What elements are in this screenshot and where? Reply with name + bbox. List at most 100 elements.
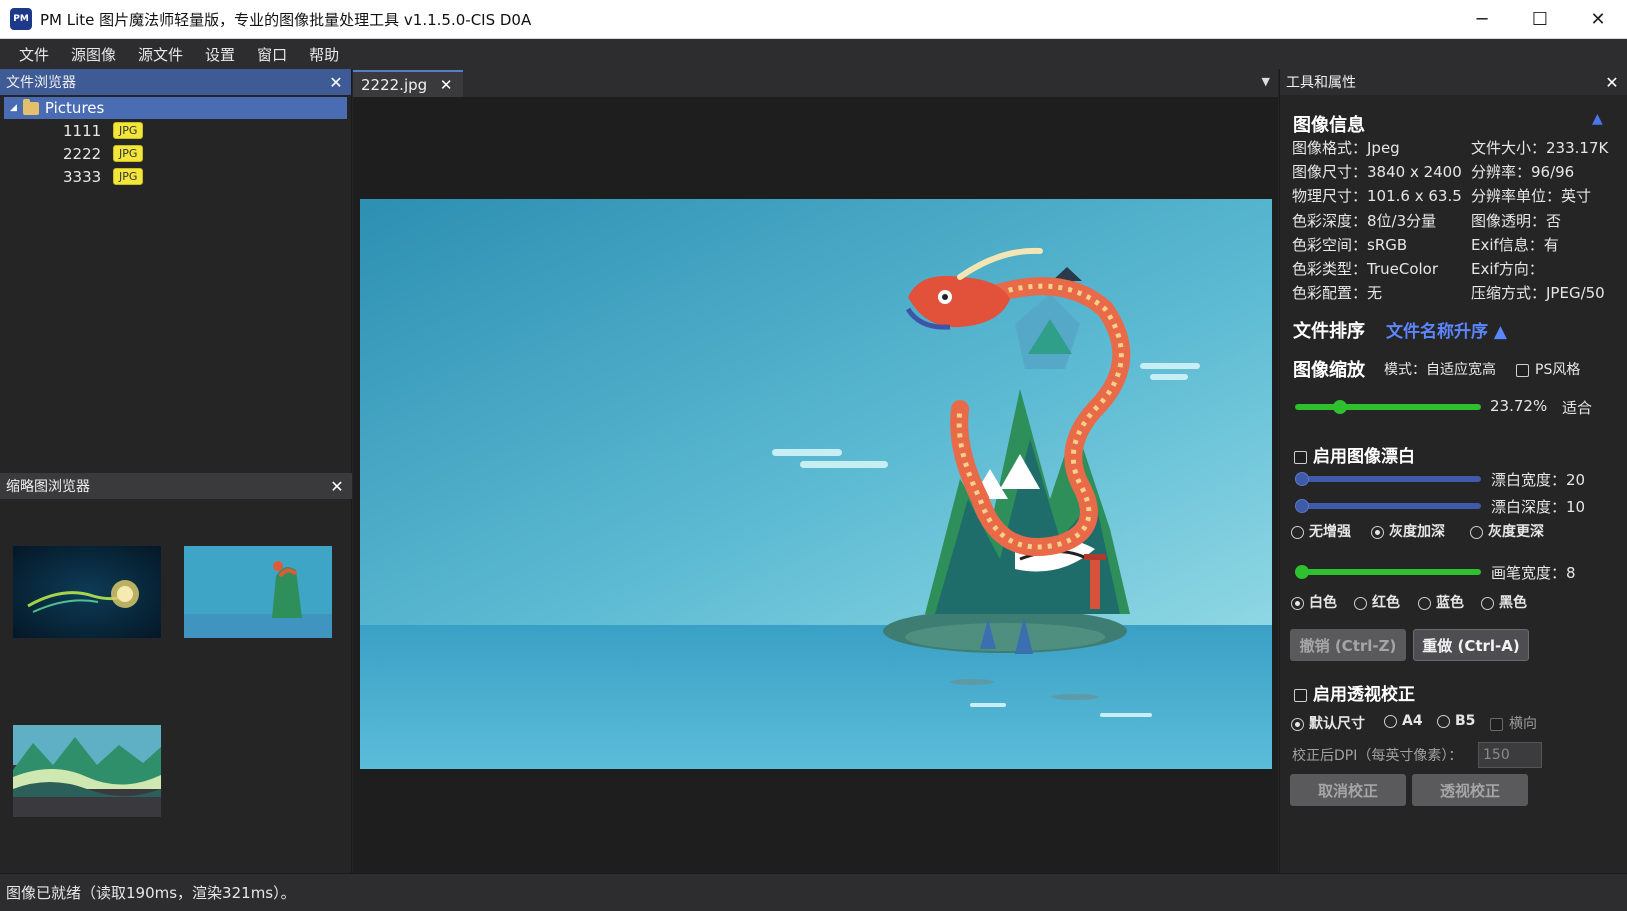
expand-arrow-icon[interactable]: ◢ [10, 103, 17, 113]
info-dimensions: 图像尺寸：3840 x 2400 [1292, 163, 1462, 181]
info-color-profile: 色彩配置：无 [1292, 284, 1383, 302]
menu-help[interactable]: 帮助 [298, 44, 350, 65]
file-sort-link[interactable]: 文件名称升序 ▲ [1386, 317, 1507, 342]
info-color-depth: 色彩深度：8位/3分量 [1292, 212, 1437, 230]
image-zoom-title: 图像缩放 [1293, 360, 1365, 381]
tab-label: 2222.jpg [361, 75, 428, 94]
menu-window[interactable]: 窗口 [246, 44, 298, 65]
apply-perspective-button[interactable]: 透视校正 [1412, 774, 1528, 806]
info-resolution-unit: 分辨率单位：英寸 [1471, 187, 1592, 205]
maximize-button[interactable]: ☐ [1511, 0, 1569, 39]
image-canvas[interactable] [360, 199, 1272, 769]
redo-button[interactable]: 重做 (Ctrl-A) [1413, 629, 1529, 661]
enable-perspective-checkbox[interactable]: 启用透视校正 [1294, 680, 1415, 705]
menu-bar: 文件 源图像 源文件 设置 窗口 帮助 [0, 39, 1627, 69]
thumbnail-browser: 缩略图浏览器 ✕ [0, 473, 352, 499]
tree-root-pictures[interactable]: ◢ Pictures [4, 97, 347, 119]
menu-file[interactable]: 文件 [8, 44, 60, 65]
radio-color-black[interactable]: 黑色 [1481, 592, 1527, 612]
radio-gray-deeper[interactable]: 灰度更深 [1470, 521, 1544, 541]
info-file-size: 文件大小：233.17K [1471, 139, 1609, 157]
tab-list-dropdown-icon[interactable]: ▼ [1262, 75, 1270, 88]
info-physical-size: 物理尺寸：101.6 x 63.5 [1292, 187, 1462, 205]
cancel-correction-button[interactable]: 取消校正 [1290, 774, 1406, 806]
tools-panel: 工具和属性 ✕ 图像信息 ▲ 图像格式：Jpeg 文件大小：233.17K 图像… [1279, 69, 1627, 873]
info-transparency: 图像透明：否 [1471, 212, 1562, 230]
minimize-button[interactable]: ─ [1453, 0, 1511, 39]
brush-width-handle[interactable] [1295, 565, 1309, 579]
close-window-button[interactable]: ✕ [1569, 0, 1627, 39]
zoom-mode[interactable]: 模式：自适应宽高 [1384, 359, 1496, 379]
whiten-depth-slider[interactable] [1295, 499, 1481, 513]
file-name: 3333 [63, 167, 102, 186]
mountains-thumbnail-image [13, 725, 161, 817]
radio-b5[interactable]: B5 [1437, 713, 1475, 729]
info-compression: 压缩方式：JPEG/50 [1471, 284, 1605, 302]
tools-panel-title: 工具和属性 [1286, 75, 1356, 91]
info-color-type: 色彩类型：TrueColor [1292, 260, 1439, 278]
thumbnail-browser-header: 缩略图浏览器 ✕ [0, 473, 352, 499]
document-area: 2222.jpg ✕ ▼ [353, 69, 1278, 873]
file-sort-title: 文件排序 [1293, 321, 1365, 342]
status-text: 图像已就绪（读取190ms，渲染321ms）。 [6, 884, 296, 902]
image-info-title: 图像信息 [1293, 115, 1365, 136]
whiten-width-label: 漂白宽度：20 [1491, 471, 1586, 489]
tree-file-item[interactable]: 3333 JPG [0, 165, 351, 188]
radio-color-blue[interactable]: 蓝色 [1418, 592, 1464, 612]
dragon-island-illustration [360, 199, 1272, 769]
info-color-space: 色彩空间：sRGB [1292, 236, 1408, 254]
file-browser-header: 文件浏览器 ✕ [0, 69, 351, 95]
brush-width-slider[interactable] [1295, 565, 1481, 579]
menu-source-image[interactable]: 源图像 [60, 44, 127, 65]
collapse-up-icon[interactable]: ▲ [1592, 111, 1603, 127]
dragon-thumbnail-image [184, 546, 332, 638]
close-icon[interactable]: ✕ [1603, 73, 1621, 92]
folder-icon [22, 98, 39, 115]
thumbnail-1111[interactable] [13, 546, 161, 638]
tree-file-item[interactable]: 2222 JPG [0, 142, 351, 165]
landscape-checkbox[interactable]: 横向 [1490, 713, 1537, 733]
info-resolution: 分辨率：96/96 [1471, 163, 1575, 181]
file-type-badge: JPG [113, 168, 144, 185]
enable-whiten-checkbox[interactable]: 启用图像漂白 [1294, 442, 1415, 467]
menu-source-file[interactable]: 源文件 [127, 44, 194, 65]
info-exif: Exif信息：有 [1471, 236, 1559, 254]
close-icon[interactable]: ✕ [327, 73, 345, 92]
undo-button[interactable]: 撤销 (Ctrl-Z) [1290, 629, 1406, 661]
dpi-label: 校正后DPI（每英寸像素）： [1292, 748, 1463, 764]
tools-panel-header: 工具和属性 ✕ [1280, 69, 1627, 95]
menu-settings[interactable]: 设置 [194, 44, 246, 65]
radio-default-size[interactable]: 默认尺寸 [1291, 713, 1365, 733]
ps-style-checkbox[interactable]: PS风格 [1516, 359, 1580, 379]
whiten-width-slider[interactable] [1295, 472, 1481, 486]
dpi-input[interactable] [1478, 742, 1542, 768]
file-type-badge: JPG [113, 145, 144, 162]
zoom-percent: 23.72% [1490, 397, 1548, 415]
close-icon[interactable]: ✕ [437, 76, 455, 94]
status-bar: 图像已就绪（读取190ms，渲染321ms）。 [0, 873, 1627, 911]
tree-root-label: Pictures [44, 99, 105, 117]
radio-color-red[interactable]: 红色 [1354, 592, 1400, 612]
zoom-slider-handle[interactable] [1332, 400, 1347, 414]
window-controls: ─ ☐ ✕ [1453, 0, 1627, 39]
radio-a4[interactable]: A4 [1384, 713, 1423, 729]
left-dock: 文件浏览器 ✕ ◢ Pictures 1111 JPG 2222 JPG 333… [0, 69, 352, 873]
file-type-badge: JPG [113, 122, 144, 139]
title-bar: PM PM Lite 图片魔法师轻量版，专业的图像批量处理工具 v1.1.5.0… [0, 0, 1627, 39]
thumbnail-browser-title: 缩略图浏览器 [6, 479, 90, 495]
info-exif-orientation: Exif方向： [1471, 260, 1544, 278]
thumbnail-3333[interactable] [13, 725, 161, 817]
jellyfish-thumbnail-image [13, 546, 161, 638]
tree-file-item[interactable]: 1111 JPG [0, 119, 351, 142]
whiten-width-handle[interactable] [1295, 472, 1309, 486]
whiten-depth-handle[interactable] [1295, 499, 1309, 513]
zoom-fit-button[interactable]: 适合 [1562, 397, 1592, 418]
radio-no-enhance[interactable]: 无增强 [1291, 521, 1351, 541]
tab-2222-jpg[interactable]: 2222.jpg ✕ [353, 70, 464, 97]
zoom-slider[interactable] [1295, 400, 1481, 414]
radio-color-white[interactable]: 白色 [1291, 592, 1337, 612]
close-icon[interactable]: ✕ [328, 477, 346, 496]
window-title: PM Lite 图片魔法师轻量版，专业的图像批量处理工具 v1.1.5.0-CI… [40, 10, 532, 29]
thumbnail-2222[interactable] [184, 546, 332, 638]
radio-gray-deepen[interactable]: 灰度加深 [1371, 521, 1445, 541]
